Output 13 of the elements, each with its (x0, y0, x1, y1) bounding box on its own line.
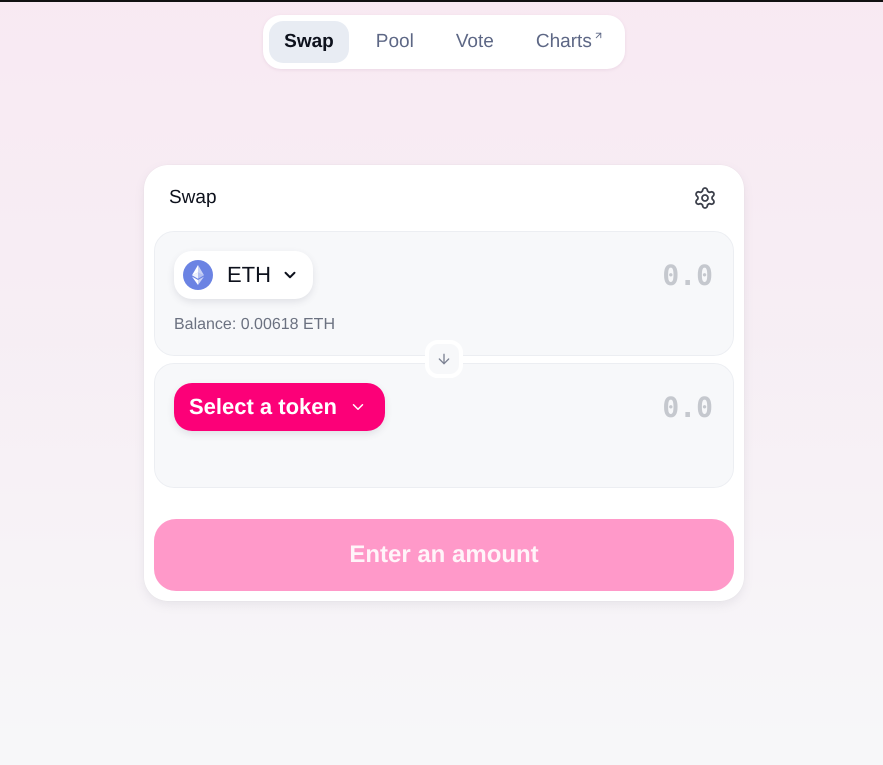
nav-tab[interactable]: Charts (520, 21, 619, 63)
token-selector-button[interactable]: ETH (174, 251, 313, 299)
balance-text: Balance: 0.00618 ETH (174, 316, 335, 334)
arrow-down-icon (436, 351, 452, 367)
settings-button[interactable] (692, 185, 718, 211)
nav-tab[interactable]: Vote (440, 21, 509, 63)
select-token-button[interactable]: Select a token (174, 383, 385, 431)
ethereum-icon (183, 260, 213, 290)
nav-tab[interactable]: Swap (269, 21, 349, 63)
settings-icon (693, 186, 717, 210)
card-title: Swap (169, 187, 217, 209)
nav-tab[interactable]: Pool (360, 21, 429, 63)
switch-direction-button[interactable] (425, 340, 463, 378)
